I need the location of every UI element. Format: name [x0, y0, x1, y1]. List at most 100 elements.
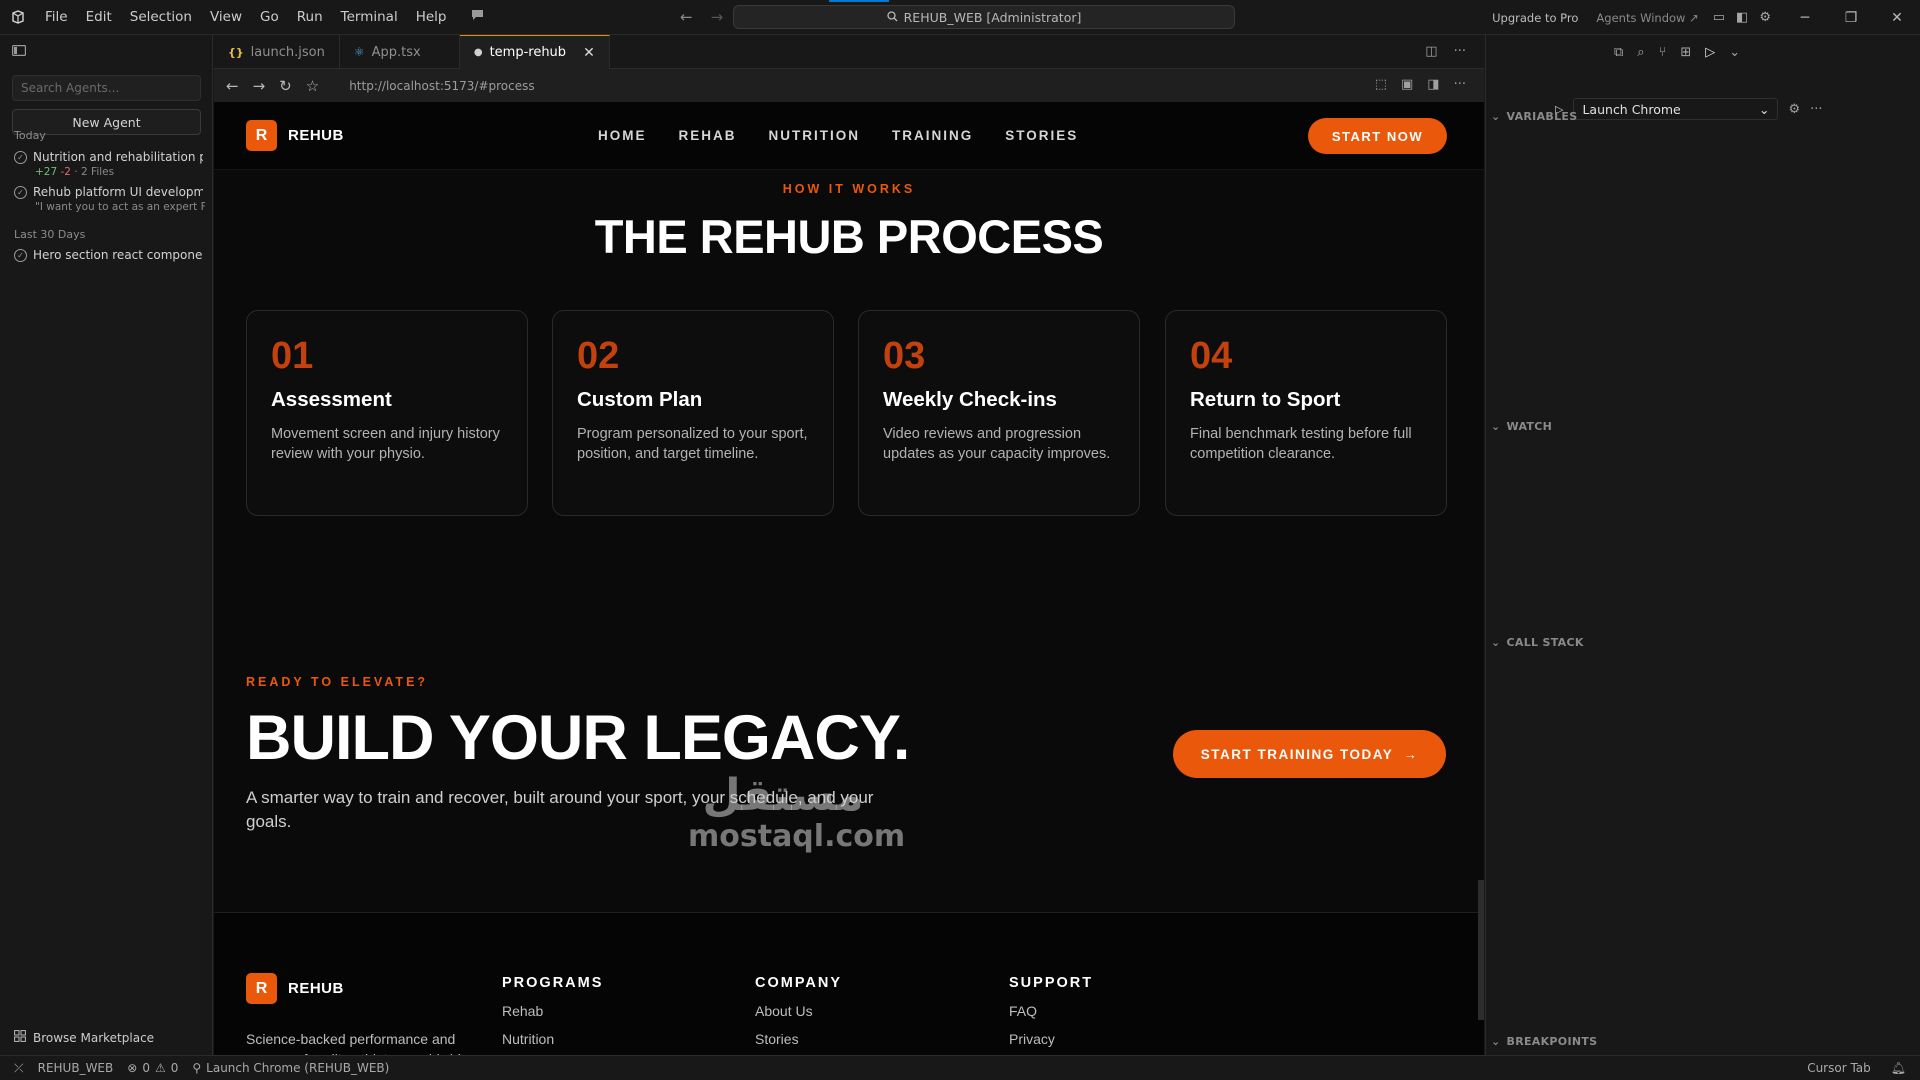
start-training-button[interactable]: START TRAINING TODAY → — [1173, 730, 1446, 778]
tab-label: temp-rehub — [489, 45, 567, 60]
remote-indicator[interactable]: ⤫ — [14, 1061, 24, 1076]
toggle-secondary-sidebar-icon[interactable]: ◧ — [1736, 10, 1748, 25]
menu-go[interactable]: Go — [251, 0, 288, 35]
step-number: 01 — [271, 335, 314, 377]
browser-back-icon[interactable]: ← — [226, 77, 239, 95]
browse-marketplace-link[interactable]: Browse Marketplace — [14, 1030, 154, 1045]
website-viewport: R REHUB HOME REHAB NUTRITION TRAINING ST… — [214, 102, 1484, 1055]
search-view-icon[interactable]: ⌕ — [1637, 45, 1644, 60]
agent-search-input[interactable] — [12, 75, 201, 101]
nav-training[interactable]: TRAINING — [892, 128, 973, 143]
agent-preview: "I want you to act as an expert Fu — [35, 201, 205, 213]
nav-home[interactable]: HOME — [598, 128, 647, 143]
agent-item[interactable]: ✓ Nutrition and rehabilitation pl +27 -2… — [14, 150, 206, 178]
step-number: 04 — [1190, 335, 1233, 377]
back-arrow-icon[interactable]: ← — [680, 8, 693, 26]
warning-count: 0 — [170, 1061, 179, 1075]
footer-col-programs: PROGRAMS Rehab Nutrition — [502, 975, 603, 1047]
history-nav: ← → — [680, 8, 723, 26]
footer-heading: SUPPORT — [1009, 975, 1094, 991]
devtools-icon[interactable]: ▣ — [1401, 77, 1413, 92]
workspace-indicator[interactable]: REHUB_WEB — [38, 1061, 114, 1075]
select-element-icon[interactable]: ⬚ — [1375, 77, 1387, 92]
agents-window-link[interactable]: Agents Window ↗ — [1596, 11, 1698, 25]
copy-icon[interactable]: ⧉ — [1614, 45, 1623, 60]
toggle-sidebar-icon[interactable] — [12, 45, 27, 60]
footer-heading: PROGRAMS — [502, 975, 604, 991]
forward-arrow-icon[interactable]: → — [711, 8, 724, 26]
split-editor-icon[interactable]: ◫ — [1425, 44, 1437, 59]
menu-file[interactable]: File — [36, 0, 77, 35]
viewport-scrollbar[interactable] — [1478, 880, 1484, 1020]
chat-icon[interactable] — [471, 9, 484, 25]
start-now-button[interactable]: START NOW — [1308, 118, 1447, 154]
section-label: CALL STACK — [1506, 636, 1584, 649]
nav-stories[interactable]: STORIES — [1005, 128, 1078, 143]
menu-edit[interactable]: Edit — [77, 0, 121, 35]
cursor-tab-status[interactable]: Cursor Tab — [1807, 1061, 1871, 1075]
footer-logo[interactable]: R REHUB — [246, 973, 344, 1004]
section-watch[interactable]: ⌄ WATCH — [1491, 420, 1552, 433]
restore-icon[interactable]: ❐ — [1828, 10, 1874, 26]
menu-view[interactable]: View — [201, 0, 251, 35]
toggle-panel-icon[interactable]: ▭ — [1713, 10, 1725, 25]
section-call-stack[interactable]: ⌄ CALL STACK — [1491, 636, 1584, 649]
footer-link[interactable]: Rehab — [502, 1003, 603, 1019]
menu-help[interactable]: Help — [407, 0, 456, 35]
logo-wordmark: REHUB — [288, 127, 344, 144]
debug-launch-indicator[interactable]: ⚲ Launch Chrome (REHUB_WEB) — [192, 1061, 389, 1075]
menu-selection[interactable]: Selection — [121, 0, 201, 35]
launch-config-select[interactable]: Launch Chrome ⌄ — [1573, 98, 1779, 120]
how-it-works-eyebrow: HOW IT WORKS — [782, 182, 916, 196]
agent-item[interactable]: ✓ Rehub platform UI developme "I want yo… — [14, 185, 206, 213]
close-tab-icon[interactable]: ✕ — [583, 45, 595, 61]
nav-nutrition[interactable]: NUTRITION — [769, 128, 861, 143]
footer-heading: COMPANY — [755, 975, 843, 991]
section-label: WATCH — [1506, 420, 1553, 433]
launch-config-value: Launch Chrome — [1582, 101, 1681, 117]
minimize-icon[interactable]: ─ — [1782, 10, 1828, 26]
chevron-down-icon[interactable]: ⌄ — [1729, 45, 1740, 60]
site-logo[interactable]: R REHUB — [246, 120, 344, 151]
extensions-view-icon[interactable]: ⊞ — [1680, 45, 1691, 60]
run-debug-icon[interactable]: ▷ — [1705, 45, 1715, 60]
debug-settings-icon[interactable]: ⚙ — [1788, 102, 1800, 117]
footer-link[interactable]: Nutrition — [502, 1031, 603, 1047]
menu-terminal[interactable]: Terminal — [332, 0, 407, 35]
section-variables[interactable]: ⌄ VARIABLES — [1491, 110, 1577, 123]
command-center-search[interactable]: REHUB_WEB [Administrator] — [733, 5, 1235, 29]
footer-link[interactable]: Stories — [755, 1031, 842, 1047]
tab-app-tsx[interactable]: ⚛ App.tsx — [340, 35, 460, 69]
title-bar-right: Upgrade to Pro Agents Window ↗ ▭ ◧ ⚙ ─ ❐… — [1492, 0, 1920, 35]
source-control-icon[interactable]: ⑂ — [1659, 45, 1667, 60]
upgrade-link[interactable]: Upgrade to Pro — [1492, 11, 1578, 25]
agent-title: Rehub platform UI developme — [33, 185, 203, 199]
agent-item[interactable]: ✓ Hero section react component — [14, 248, 206, 262]
problems-indicator[interactable]: ⊗ 0 ⚠ 0 — [127, 1061, 178, 1075]
tab-launch-json[interactable]: {} launch.json — [214, 35, 340, 69]
side-panel-icon[interactable]: ◨ — [1427, 77, 1439, 92]
footer-link[interactable]: FAQ — [1009, 1003, 1093, 1019]
star-icon[interactable]: ☆ — [306, 77, 319, 95]
globe-icon: ● — [473, 47, 483, 58]
browser-forward-icon[interactable]: → — [253, 77, 266, 95]
browser-more-icon[interactable]: ··· — [1454, 77, 1466, 92]
menu-run[interactable]: Run — [288, 0, 332, 35]
section-breakpoints[interactable]: ⌄ BREAKPOINTS — [1491, 1035, 1597, 1048]
tab-temp-rehub[interactable]: ● temp-rehub ✕ — [459, 35, 610, 69]
reload-icon[interactable]: ↻ — [279, 77, 292, 95]
notifications-bell-icon[interactable]: 🔔︎ — [1891, 1061, 1906, 1075]
step-card: 01 Assessment Movement screen and injury… — [246, 310, 528, 516]
nav-rehab[interactable]: REHAB — [679, 128, 737, 143]
close-window-icon[interactable]: ✕ — [1874, 10, 1920, 26]
url-bar[interactable]: http://localhost:5173/#process — [349, 79, 534, 93]
launch-config-row: ▷ Launch Chrome ⌄ ⚙ ··· — [1555, 98, 1823, 120]
footer-link[interactable]: Privacy — [1009, 1031, 1093, 1047]
more-actions-icon[interactable]: ··· — [1454, 44, 1466, 59]
watermark-arabic: مستقل — [702, 770, 864, 821]
chevron-down-icon: ⌄ — [1491, 1035, 1501, 1048]
arrow-right-icon: → — [1403, 746, 1419, 762]
footer-link[interactable]: About Us — [755, 1003, 842, 1019]
settings-gear-icon[interactable]: ⚙ — [1759, 10, 1771, 25]
debug-more-icon[interactable]: ··· — [1810, 102, 1822, 117]
